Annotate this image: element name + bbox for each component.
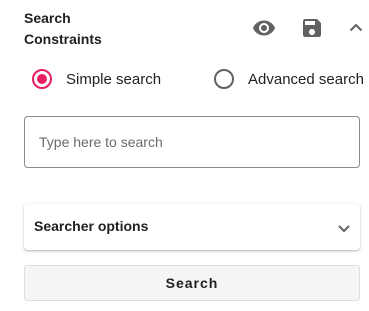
simple-search-radio[interactable]: Simple search — [32, 64, 161, 94]
search-button[interactable]: Search — [24, 265, 360, 301]
panel-header: Search Constraints — [24, 8, 369, 48]
panel-title: Search Constraints — [24, 8, 144, 50]
eye-icon[interactable] — [252, 16, 276, 40]
simple-search-label[interactable]: Simple search — [66, 71, 161, 88]
searcher-options-panel[interactable]: Searcher options — [24, 204, 360, 250]
chevron-up-icon[interactable] — [344, 16, 368, 40]
radio-unselected-icon[interactable] — [214, 69, 234, 89]
floppy-disk-icon[interactable] — [300, 16, 324, 40]
search-input[interactable] — [39, 117, 339, 167]
advanced-search-radio[interactable]: Advanced search — [214, 64, 364, 94]
advanced-search-label[interactable]: Advanced search — [248, 71, 364, 88]
radio-selected-icon[interactable] — [32, 69, 52, 89]
panel-title-line1: Search — [24, 10, 71, 26]
chevron-down-icon[interactable] — [334, 218, 354, 238]
search-field[interactable] — [24, 116, 360, 168]
panel-title-line2: Constraints — [24, 31, 102, 47]
search-mode-group: Simple search Advanced search — [24, 64, 369, 94]
searcher-options-label: Searcher options — [34, 218, 149, 234]
